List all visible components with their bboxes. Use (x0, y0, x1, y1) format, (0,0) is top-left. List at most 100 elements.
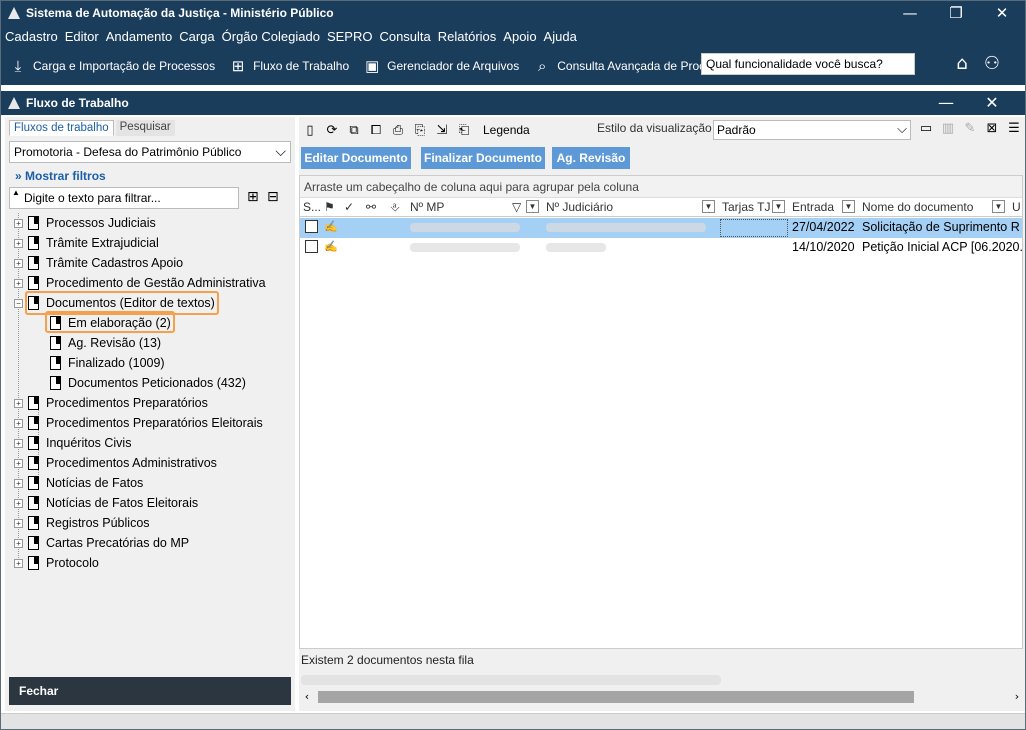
print-preview-icon[interactable]: ⎘ (409, 123, 431, 138)
menu-cadastro[interactable]: Cadastro (5, 29, 58, 44)
col-dropdown-icon[interactable]: ▼ (526, 200, 539, 213)
expand-icon[interactable]: + (14, 478, 23, 488)
tree-item[interactable]: + Notícias de Fatos (14, 473, 143, 493)
print-icon[interactable]: ⎙ (387, 123, 409, 138)
expand-icon[interactable]: + (14, 518, 23, 528)
menu-relatorios[interactable]: Relatórios (438, 29, 497, 44)
expand-icon[interactable]: + (14, 398, 23, 408)
tree-item[interactable]: + Procedimentos Preparatórios Eleitorais (14, 413, 263, 433)
expand-icon[interactable]: + (14, 278, 23, 288)
col-u[interactable]: U (1012, 200, 1021, 214)
expand-icon[interactable]: + (14, 498, 23, 508)
menu-apoio[interactable]: Apoio (503, 29, 536, 44)
tree-icon[interactable]: ⚯ (366, 200, 376, 214)
col-tarjas[interactable]: Tarjas TJ (722, 200, 770, 214)
feature-search-input[interactable]: Qual funcionalidade você busca? (701, 53, 915, 75)
tree-item[interactable]: + Cartas Precatórias do MP (14, 533, 189, 553)
scroll-left-icon[interactable]: ‹ (300, 688, 314, 706)
filter-icon[interactable]: ▽ (512, 200, 521, 214)
expand-icon[interactable]: + (14, 558, 23, 568)
export-icon[interactable]: ⇲ (431, 123, 453, 138)
attach-doc-icon[interactable]: ⎗ (453, 123, 475, 138)
tree-expand-icon[interactable]: ⊞ (247, 189, 267, 205)
close-icon[interactable]: ✕ (969, 91, 1015, 115)
expand-icon[interactable]: + (14, 438, 23, 448)
edit-icon[interactable]: ✎ (959, 121, 981, 136)
menu-carga[interactable]: Carga (179, 29, 214, 44)
col-dropdown-icon[interactable]: ▼ (772, 200, 785, 213)
style-select[interactable]: Padrão ⌵ (713, 120, 911, 140)
excel-icon[interactable]: ⊠ (981, 121, 1003, 136)
tree-collapse-icon[interactable]: ⊟ (267, 189, 287, 205)
menu-andamento[interactable]: Andamento (106, 29, 173, 44)
new-doc-icon[interactable]: ▯ (299, 123, 321, 138)
ag-revisao-button[interactable]: Ag. Revisão (552, 147, 630, 169)
bookmark-icon[interactable]: ⚑ (324, 200, 335, 214)
tree-filter-input[interactable]: ▲ Digite o texto para filtrar... (9, 187, 239, 209)
tree-item-peticionados[interactable]: Documentos Peticionados (432) (50, 373, 246, 393)
tree-item[interactable]: + Procedimentos Administrativos (14, 453, 217, 473)
scroll-thumb[interactable] (318, 691, 914, 703)
expand-icon[interactable]: + (14, 218, 23, 228)
table-row[interactable]: ✍ 14/10/2020 Petição Inicial ACP [06.202… (300, 238, 1022, 258)
horizontal-scrollbar[interactable]: ‹ › (300, 688, 1024, 706)
scroll-right-icon[interactable]: › (1010, 688, 1024, 706)
col-njudiciario[interactable]: Nº Judiciário (546, 200, 613, 214)
restore-icon[interactable]: ❐ (933, 1, 979, 25)
tree-item[interactable]: + Notícias de Fatos Eleitorais (14, 493, 198, 513)
delete-icon[interactable]: ▥ (937, 121, 959, 136)
row-checkbox[interactable] (305, 220, 318, 233)
legend-button[interactable]: Legenda (483, 123, 530, 137)
minimize-icon[interactable]: — (887, 1, 933, 25)
menu-orgao-colegiado[interactable]: Órgão Colegiado (222, 29, 320, 44)
tree-item[interactable]: + Registros Públicos (14, 513, 150, 533)
menu-sepro[interactable]: SEPRO (327, 29, 373, 44)
menu-editor[interactable]: Editor (65, 29, 99, 44)
tree-item-ag-revisao[interactable]: Ag. Revisão (13) (50, 333, 161, 353)
tree-item[interactable]: + Procedimentos Preparatórios (14, 393, 208, 413)
tab-pesquisar[interactable]: Pesquisar (115, 120, 175, 136)
col-entrada[interactable]: Entrada (792, 200, 834, 214)
expand-icon[interactable]: + (14, 258, 23, 268)
refresh-icon[interactable]: ⟳ (321, 123, 343, 138)
tree-item[interactable]: + Trâmite Cadastros Apoio (14, 253, 183, 273)
finalizar-documento-button[interactable]: Finalizar Documento (421, 147, 545, 169)
tree-item-documentos[interactable]: − Documentos (Editor de textos) (14, 293, 215, 313)
columns-icon[interactable]: ☰ (1003, 121, 1025, 136)
tree-item[interactable]: + Procedimento de Gestão Administrativa (14, 273, 266, 293)
attach-icon[interactable]: ⎀ (390, 200, 400, 215)
close-button[interactable]: Fechar (9, 677, 291, 705)
carga-importacao-button[interactable]: ⤓ Carga e Importação de Processos (9, 57, 215, 75)
window-icon[interactable]: ⧠ (365, 123, 387, 138)
tree-item[interactable]: + Protocolo (14, 553, 99, 573)
editar-documento-button[interactable]: Editar Documento (301, 147, 411, 169)
show-filters-link[interactable]: » Mostrar filtros (15, 169, 106, 183)
home-icon[interactable]: ⌂ (947, 53, 977, 74)
expand-icon[interactable]: + (14, 538, 23, 548)
col-dropdown-icon[interactable]: ▼ (842, 200, 855, 213)
gerenciador-arquivos-button[interactable]: ▣ Gerenciador de Arquivos (363, 57, 519, 75)
col-dropdown-icon[interactable]: ▼ (992, 200, 1005, 213)
tree-item-finalizado[interactable]: Finalizado (1009) (50, 353, 165, 373)
col-nmp[interactable]: Nº MP (410, 200, 444, 214)
tree-item[interactable]: + Inquéritos Civis (14, 433, 131, 453)
col-status[interactable]: S... (303, 200, 321, 214)
menu-consulta[interactable]: Consulta (379, 29, 430, 44)
col-dropdown-icon[interactable]: ▼ (702, 200, 715, 213)
col-nome[interactable]: Nome do documento (862, 200, 973, 214)
users-icon[interactable]: ⚇ (977, 53, 1007, 74)
save-icon[interactable]: ▭ (915, 121, 937, 136)
minimize-icon[interactable]: — (923, 91, 969, 115)
close-icon[interactable]: ✕ (979, 1, 1025, 25)
expand-icon[interactable]: + (14, 418, 23, 428)
tree-item-em-elaboracao[interactable]: Em elaboração (2) (50, 313, 171, 333)
fluxo-trabalho-button[interactable]: ⊞ Fluxo de Trabalho (229, 57, 349, 75)
tab-fluxos-trabalho[interactable]: Fluxos de trabalho (9, 120, 114, 136)
check-icon[interactable]: ✓ (344, 200, 354, 214)
table-row[interactable]: ✍ 27/04/2022 Solicitação de Suprimento R (300, 218, 1022, 238)
flow-select[interactable]: Promotoria - Defesa do Patrimônio Públic… (9, 141, 291, 163)
menu-ajuda[interactable]: Ajuda (544, 29, 577, 44)
row-checkbox[interactable] (305, 240, 318, 253)
copy-icon[interactable]: ⧉ (343, 123, 365, 138)
expand-icon[interactable]: + (14, 238, 23, 248)
